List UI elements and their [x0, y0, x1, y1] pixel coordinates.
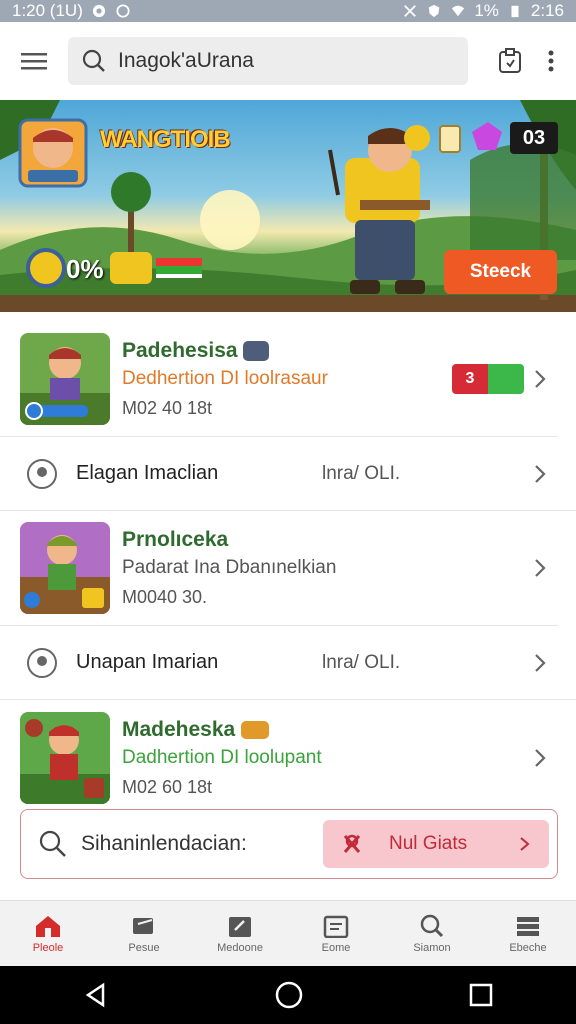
- nav-label: Eome: [321, 941, 351, 954]
- row-label: Elagan Imaclian: [76, 462, 219, 484]
- search-card-button-label: Nul Giats: [389, 833, 468, 854]
- notification-icon-2: [116, 4, 130, 18]
- row-label: Unapan Imarian: [76, 651, 219, 673]
- list-item[interactable]: Unapan Imarian lnra/ OLI.: [0, 626, 576, 700]
- status-bar: 1:20 (1U) 1% 2:16: [0, 0, 576, 22]
- gamepad-icon: [243, 341, 270, 362]
- hero-banner[interactable]: WANGTIOIB 03 0% Steeck: [0, 100, 576, 312]
- game-thumbnail: [20, 333, 110, 425]
- nav-item-search[interactable]: Siamon: [384, 901, 480, 966]
- game-title: Madeheska: [122, 717, 236, 741]
- location-pin-icon: [27, 647, 57, 678]
- ribbon-icon: [343, 834, 361, 853]
- edit-icon: [229, 916, 251, 937]
- bottom-navigation: Pleole Pesue Medoone Eome Siamon Ebeche: [0, 900, 576, 966]
- game-meta: M0040 30.: [122, 587, 208, 607]
- search-card[interactable]: Sihaninlendacian: Nul Giats: [20, 809, 558, 879]
- nav-label: Pleole: [32, 941, 64, 954]
- game-thumbnail: [20, 711, 110, 804]
- game-meta: M02 60 18t: [122, 776, 213, 797]
- game-list: Padehesisa Dedhertion DI loolrasaur M02 …: [0, 322, 576, 815]
- hamburger-icon: [21, 53, 47, 70]
- game-subtitle: Dedhertion DI loolrasaur: [122, 368, 328, 389]
- home-icon: [36, 915, 60, 937]
- chevron-right-icon: [535, 464, 546, 483]
- status-time-left: 1:20 (1U): [12, 1, 83, 20]
- status-time-right: 2:16: [530, 1, 564, 20]
- chest-icon: [241, 720, 270, 739]
- recents-icon[interactable]: [469, 983, 493, 1007]
- nav-label: Siamon: [413, 941, 451, 954]
- game-meta: M02 40 18t: [122, 398, 213, 418]
- nav-label: Medoone: [217, 941, 263, 954]
- chevron-right-icon: [535, 370, 546, 388]
- nav-item-media[interactable]: Medoone: [192, 901, 288, 966]
- row-value: lnra/ OLI.: [322, 462, 401, 484]
- chevron-right-icon: [535, 559, 546, 577]
- more-options-icon[interactable]: [548, 49, 554, 73]
- search-query: Inagok'aUrana: [118, 49, 254, 72]
- game-thumbnail: [20, 522, 110, 614]
- list-item[interactable]: Elagan Imaclian lnra/ OLI.: [0, 437, 576, 511]
- score-badge: 3: [452, 364, 524, 394]
- nav-item-games[interactable]: Pesue: [96, 901, 192, 966]
- list-icon: [323, 915, 349, 938]
- search-card-label: Sihaninlendacian:: [81, 832, 247, 855]
- game-subtitle: Dadhertion DI loolupant: [122, 746, 322, 768]
- search-input[interactable]: Inagok'aUrana: [68, 37, 468, 85]
- nav-item-more[interactable]: Ebeche: [480, 901, 576, 966]
- home-circle-icon[interactable]: [275, 981, 303, 1009]
- nav-label: Pesue: [128, 941, 160, 954]
- notification-icon: [92, 4, 105, 18]
- shield-icon: [429, 4, 440, 18]
- hero-progress: 0%: [66, 254, 104, 284]
- nav-item-home[interactable]: Pleole: [0, 901, 96, 966]
- hero-counter: 03: [522, 126, 546, 149]
- cards-icon: [133, 917, 153, 934]
- mute-icon: [404, 5, 417, 17]
- menu-button[interactable]: [0, 22, 68, 100]
- nav-label: Ebeche: [509, 941, 547, 954]
- chevron-right-icon: [535, 748, 546, 767]
- search-icon: [420, 914, 444, 937]
- location-pin-icon: [27, 458, 57, 489]
- wifi-icon: [452, 5, 465, 17]
- hero-title: WANGTIOIB: [100, 126, 231, 153]
- stack-icon: [517, 916, 539, 936]
- clipboard-icon[interactable]: [498, 48, 522, 74]
- game-title: Prnolıceka: [122, 528, 229, 551]
- hero-cta-button[interactable]: Steeck: [444, 250, 557, 294]
- nav-item-feed[interactable]: Eome: [288, 901, 384, 966]
- top-app-bar: Inagok'aUrana: [0, 22, 576, 100]
- battery-icon: [511, 5, 519, 18]
- back-icon[interactable]: [83, 982, 109, 1008]
- list-item[interactable]: Prnolıceka Padarat Ina Dbanınelkian M004…: [0, 511, 558, 626]
- system-navigation-bar: [0, 966, 576, 1024]
- row-value: lnra/ OLI.: [322, 651, 401, 673]
- chevron-right-icon: [535, 653, 546, 672]
- battery-percent: 1%: [474, 1, 499, 20]
- chevron-right-icon: [520, 837, 530, 851]
- search-icon: [82, 49, 105, 72]
- search-card-button[interactable]: Nul Giats: [323, 820, 549, 868]
- game-subtitle: Padarat Ina Dbanınelkian: [122, 557, 337, 578]
- list-item[interactable]: Padehesisa Dedhertion DI loolrasaur M02 …: [0, 322, 558, 437]
- list-item[interactable]: Madeheska Dadhertion DI loolupant M02 60…: [0, 700, 558, 815]
- game-title: Padehesisa: [122, 339, 238, 362]
- search-icon: [39, 830, 66, 857]
